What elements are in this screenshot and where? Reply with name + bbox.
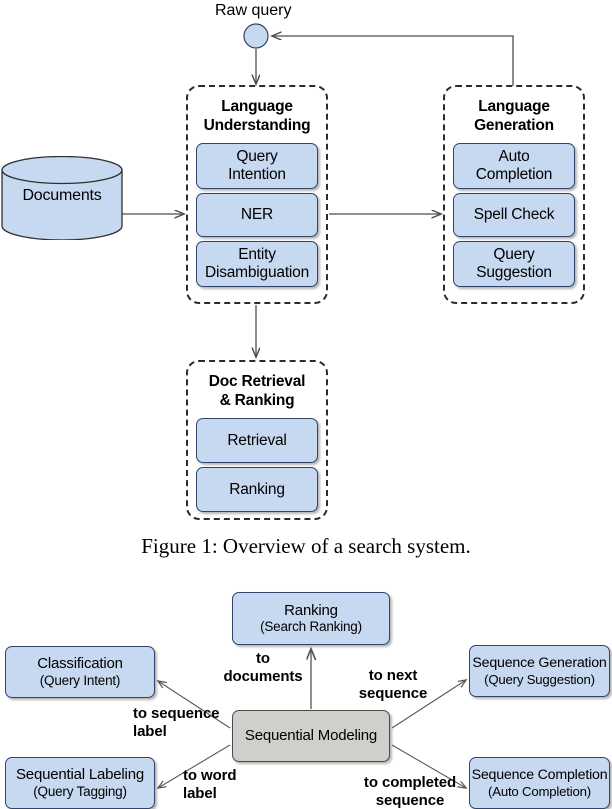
node-ranking-subtitle: (Search Ranking) [260, 619, 362, 635]
node-ranking-title: Ranking [284, 601, 338, 619]
edge-label-to-sequence-label: to sequence label [133, 705, 220, 740]
node-sequence-generation-title: Sequence Generation [472, 655, 607, 672]
edge-label-to-word-label: to word label [183, 767, 237, 802]
edge-label-to-documents: to documents [223, 650, 303, 685]
edge-label-to-completed-sequence: to completed sequence [363, 774, 457, 809]
node-classification[interactable]: Classification (Query Intent) [5, 646, 155, 698]
node-sequential-labeling[interactable]: Sequential Labeling (Query Tagging) [5, 757, 155, 809]
node-sequence-completion-title: Sequence Completion [471, 767, 608, 784]
node-sequential-modeling[interactable]: Sequential Modeling [232, 710, 390, 762]
node-sequence-completion-subtitle: (Auto Completion) [488, 783, 591, 799]
node-sequence-generation[interactable]: Sequence Generation (Query Suggestion) [469, 645, 610, 697]
node-ranking-search-ranking[interactable]: Ranking (Search Ranking) [232, 592, 390, 645]
node-sequential-labeling-subtitle: (Query Tagging) [33, 783, 127, 799]
node-sequence-generation-subtitle: (Query Suggestion) [484, 671, 595, 687]
node-classification-subtitle: (Query Intent) [39, 672, 121, 688]
edge-label-to-next-sequence: to next sequence [358, 667, 428, 702]
node-sequence-completion[interactable]: Sequence Completion (Auto Completion) [469, 757, 610, 809]
figure-canvas: Documents Raw query Language Understandi… [0, 0, 612, 809]
node-sequential-labeling-title: Sequential Labeling [16, 766, 144, 784]
node-classification-title: Classification [37, 655, 123, 673]
